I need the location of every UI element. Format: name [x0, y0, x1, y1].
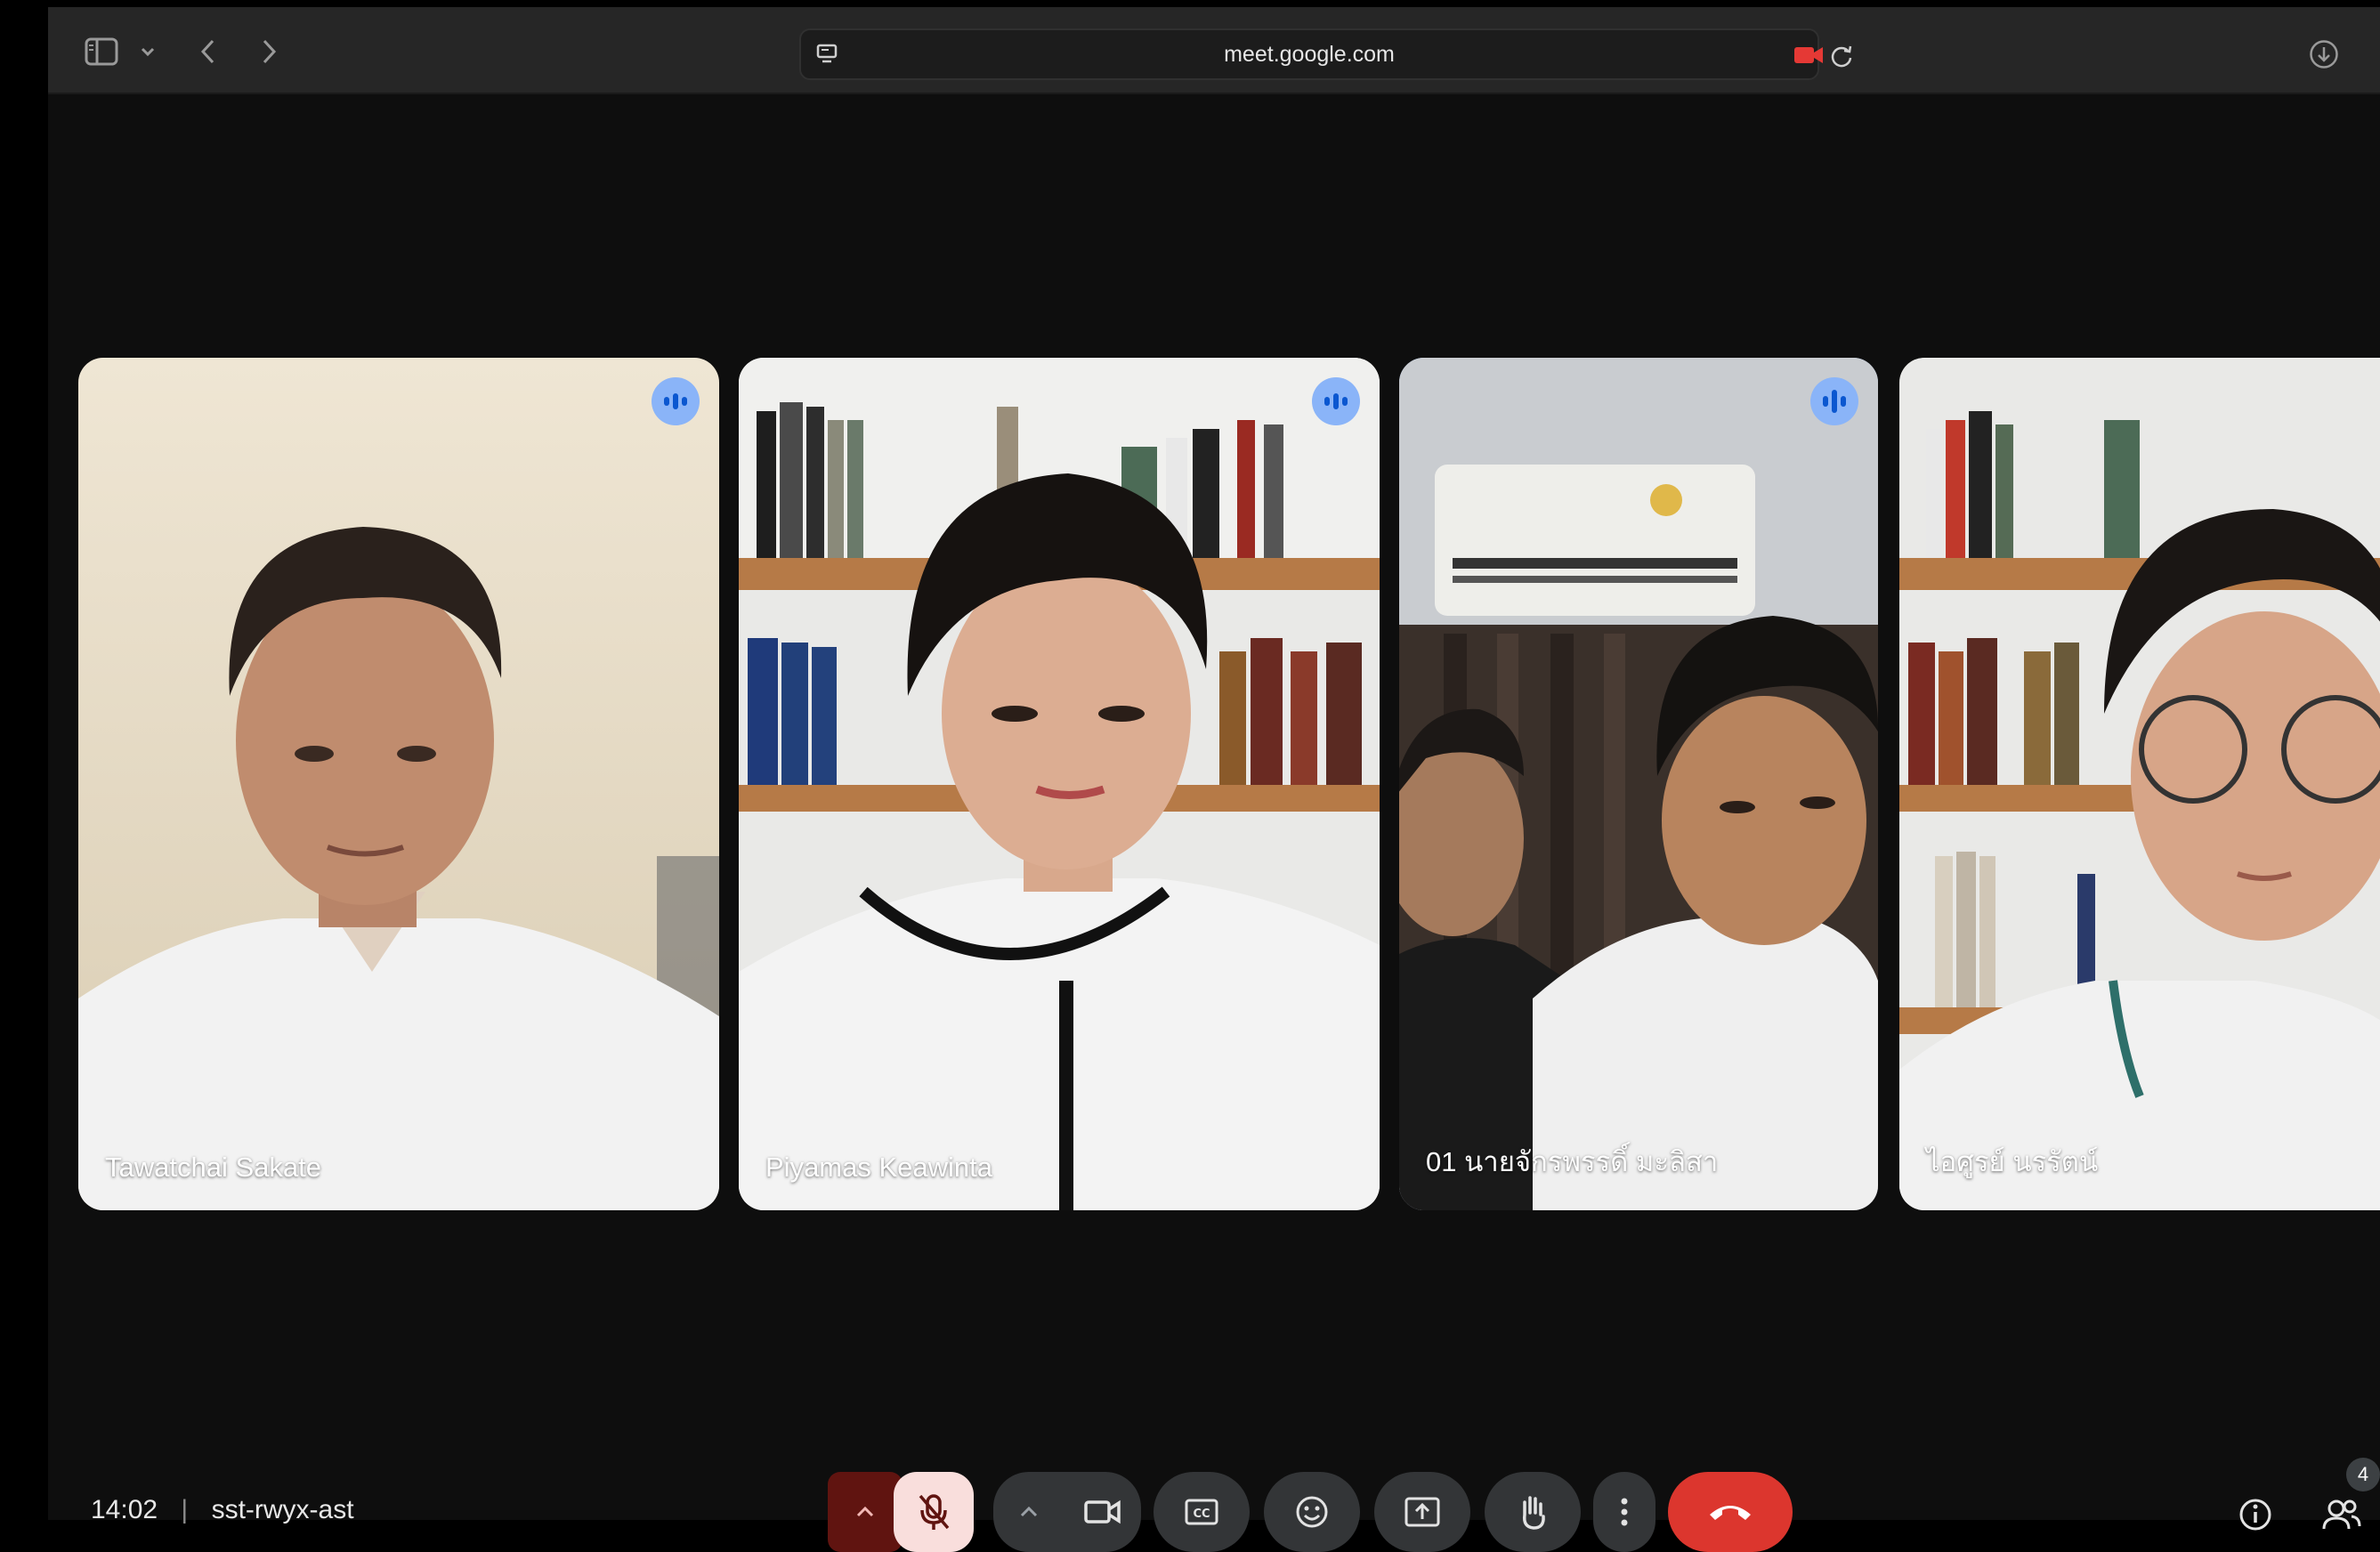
more-options-icon[interactable]	[1593, 1472, 1655, 1552]
desktop-edge	[0, 0, 48, 1520]
speaking-indicator	[652, 377, 700, 425]
meeting-separator: |	[181, 1495, 189, 1524]
chevron-down-icon[interactable]	[135, 39, 160, 64]
camera-icon[interactable]	[1065, 1472, 1141, 1552]
participant-tile[interactable]: Tawatchai Sakate	[78, 358, 719, 1210]
participant-tile-active[interactable]: 01 นายจักรพรรดิ์ มะลิสา	[1399, 358, 1878, 1210]
meeting-code[interactable]: sst-rwyx-ast	[212, 1495, 354, 1524]
info-icon[interactable]	[2236, 1495, 2275, 1534]
reload-icon[interactable]	[1826, 41, 1857, 71]
mic-options-chevron-icon[interactable]	[828, 1472, 903, 1552]
participant-count-badge: 4	[2346, 1458, 2380, 1491]
meeting-time: 14:02	[91, 1495, 158, 1524]
present-icon[interactable]	[1374, 1472, 1470, 1552]
camera-options-chevron-icon[interactable]	[993, 1472, 1065, 1552]
forward-icon[interactable]	[251, 34, 287, 69]
meet-stage: Tawatchai Sakate Piyamas Keawinta 01 นาย…	[48, 94, 2380, 1552]
speaking-indicator	[1810, 377, 1858, 425]
video-feed	[78, 358, 719, 1210]
participant-name: 01 นายจักรพรรดิ์ มะลิสา	[1426, 1146, 1719, 1177]
mic-off-icon[interactable]	[894, 1472, 974, 1552]
people-icon[interactable]	[2319, 1495, 2364, 1534]
video-feed	[1899, 358, 2380, 1210]
raise-hand-icon[interactable]	[1485, 1472, 1581, 1552]
meeting-info: 14:02 | sst-rwyx-ast	[91, 1495, 354, 1525]
end-call-icon[interactable]	[1668, 1472, 1793, 1552]
browser-window: meet.google.com Tawatchai Sakate Piyamas…	[48, 0, 2380, 1552]
sidebar-icon[interactable]	[82, 32, 121, 71]
participant-name: Piyamas Keawinta	[765, 1152, 993, 1183]
downloads-icon[interactable]	[2307, 37, 2341, 71]
video-feed	[739, 358, 1380, 1210]
camera-recording-icon[interactable]	[1791, 41, 1826, 69]
back-icon[interactable]	[190, 34, 226, 69]
captions-icon[interactable]: CC	[1154, 1472, 1250, 1552]
participant-name: Tawatchai Sakate	[105, 1152, 321, 1183]
address-bar[interactable]: meet.google.com	[799, 28, 1852, 80]
participant-name: ไอศูรย์ นรรัตน์	[1926, 1146, 2099, 1177]
participant-tile[interactable]: ไอศูรย์ นรรัตน์	[1899, 358, 2380, 1210]
video-feed	[1399, 358, 1878, 1210]
emoji-icon[interactable]	[1264, 1472, 1360, 1552]
speaking-indicator	[1312, 377, 1360, 425]
browser-toolbar: meet.google.com	[48, 0, 2380, 94]
svg-text:CC: CC	[1193, 1508, 1210, 1521]
participant-tile[interactable]: Piyamas Keawinta	[739, 358, 1380, 1210]
url-text[interactable]: meet.google.com	[801, 30, 1817, 78]
